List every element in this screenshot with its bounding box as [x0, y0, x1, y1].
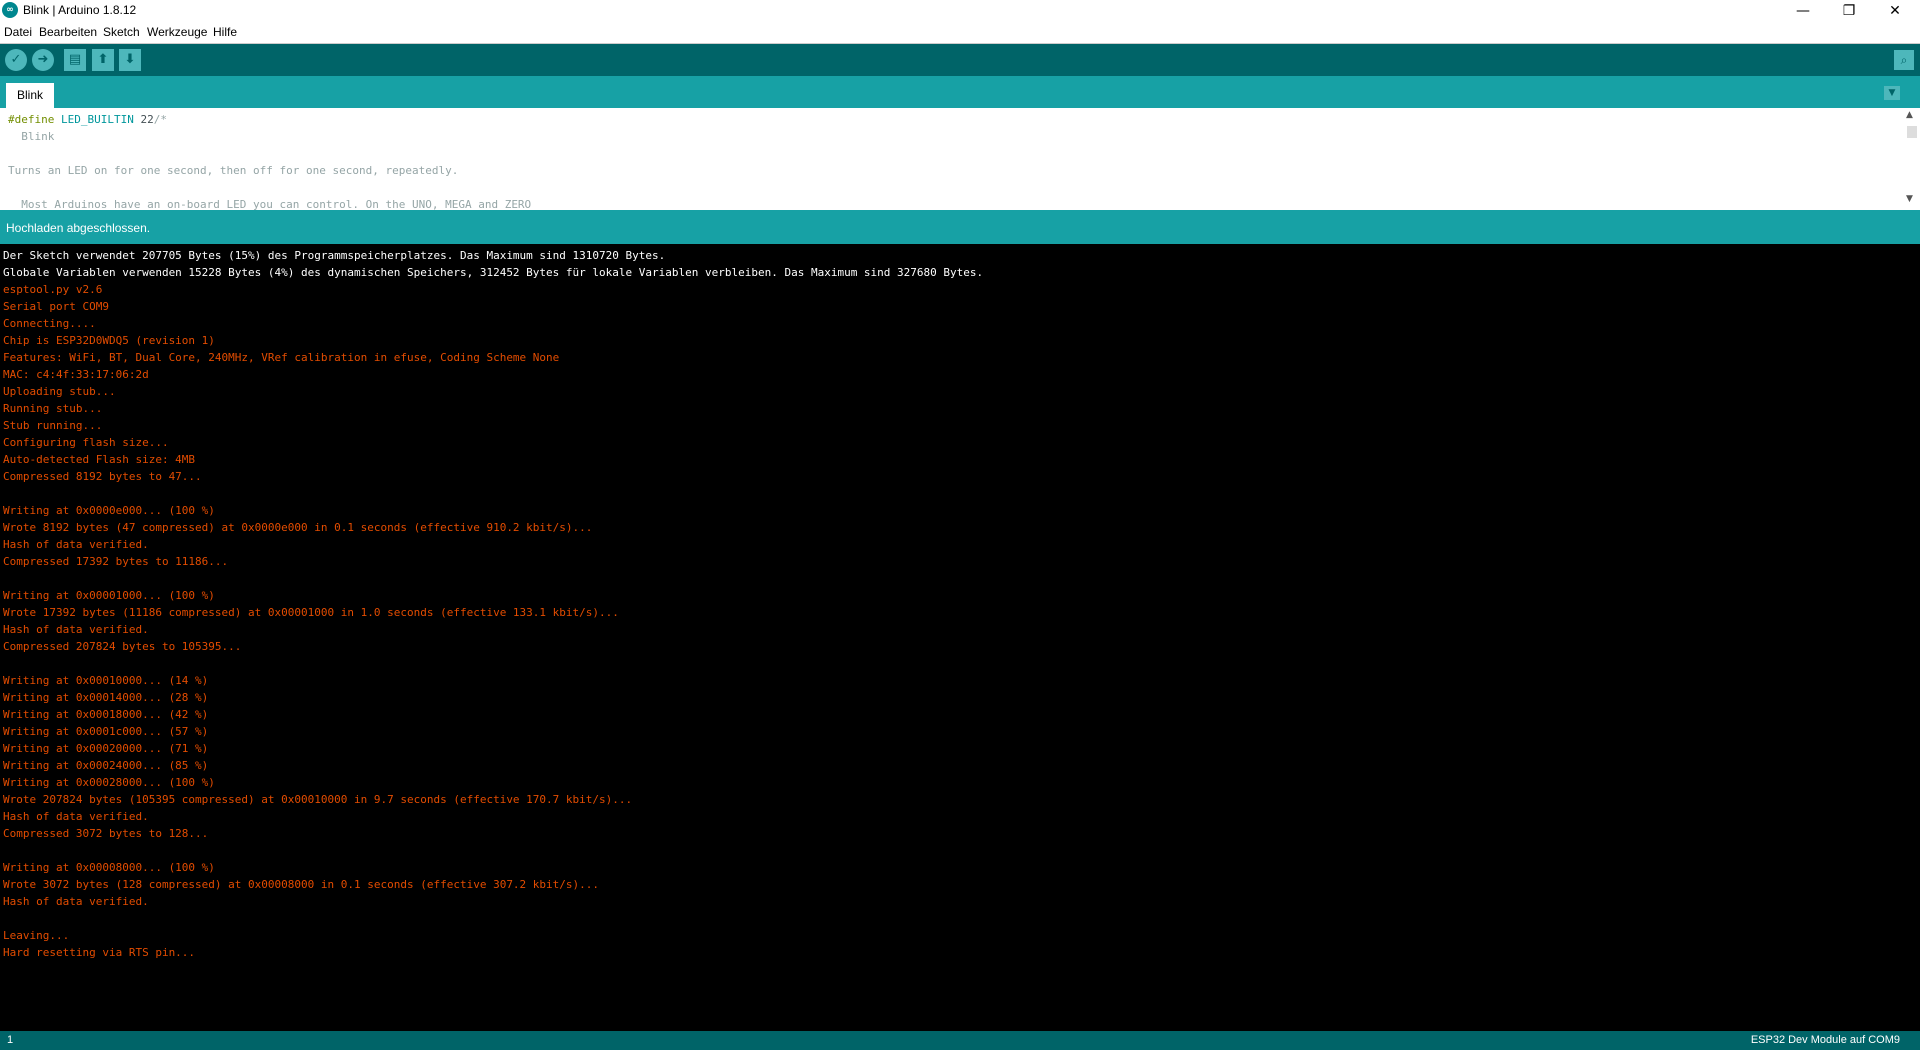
console-line: Wrote 207824 bytes (105395 compressed) a…	[3, 793, 633, 806]
console-line: Writing at 0x00001000... (100 %)	[3, 589, 215, 602]
open-button[interactable]: ⬆	[92, 49, 114, 71]
code-line-4: Turns an LED on for one second, then off…	[8, 164, 459, 177]
upload-button[interactable]: ➜	[32, 49, 54, 71]
console-line: Compressed 3072 bytes to 128...	[3, 827, 209, 840]
arrow-right-icon: ➜	[37, 52, 49, 67]
tab-bar: Blink ▼	[0, 76, 1920, 108]
code-editor[interactable]: #define LED_BUILTIN 22/* Blink Turns an …	[0, 108, 1920, 210]
scroll-up-icon[interactable]: ▲	[1906, 110, 1913, 120]
console-line: Writing at 0x00024000... (85 %)	[3, 759, 209, 772]
console-line: Configuring flash size...	[3, 436, 169, 449]
code-line-2: Blink	[8, 130, 55, 143]
console-line: Connecting....	[3, 317, 96, 330]
comment-open: /*	[153, 113, 167, 126]
console-line: Der Sketch verwendet 207705 Bytes (15%) …	[3, 249, 666, 262]
console-line: Compressed 8192 bytes to 47...	[3, 470, 202, 483]
menu-hilfe[interactable]: Hilfe	[213, 25, 237, 39]
new-file-icon: ▤	[68, 52, 82, 67]
menu-werkzeuge[interactable]: Werkzeuge	[147, 25, 207, 39]
console-line: Writing at 0x0001c000... (57 %)	[3, 725, 209, 738]
console-line: Wrote 17392 bytes (11186 compressed) at …	[3, 606, 619, 619]
console-line: esptool.py v2.6	[3, 283, 103, 296]
console-line: Wrote 3072 bytes (128 compressed) at 0x0…	[3, 878, 600, 891]
console-line: Chip is ESP32D0WDQ5 (revision 1)	[3, 334, 215, 347]
console-line: Hash of data verified.	[3, 623, 149, 636]
console-line: Features: WiFi, BT, Dual Core, 240MHz, V…	[3, 351, 560, 364]
code-line-6: Most Arduinos have an on-board LED you c…	[8, 198, 532, 210]
define-keyword: #define	[8, 113, 55, 126]
tab-blink[interactable]: Blink	[6, 83, 54, 108]
chevron-down-icon: ▼	[1888, 88, 1896, 98]
console-line: Hard resetting via RTS pin...	[3, 946, 196, 959]
window-title: Blink | Arduino 1.8.12	[23, 3, 137, 17]
menu-datei[interactable]: Datei	[4, 25, 32, 39]
console-line: Running stub...	[3, 402, 103, 415]
menu-bar: Datei Bearbeiten Sketch Werkzeuge Hilfe	[0, 22, 1920, 44]
console-output[interactable]: Der Sketch verwendet 207705 Bytes (15%) …	[0, 244, 1920, 1030]
console-line: Leaving...	[3, 929, 70, 942]
status-message: Hochladen abgeschlossen.	[6, 221, 151, 235]
editor-scrollbar[interactable]: ▲ ▼	[1903, 108, 1920, 210]
console-line: Globale Variablen verwenden 15228 Bytes …	[3, 266, 984, 279]
new-button[interactable]: ▤	[64, 49, 86, 71]
menu-bearbeiten[interactable]: Bearbeiten	[39, 25, 97, 39]
console-line: Uploading stub...	[3, 385, 116, 398]
arrow-up-icon: ⬆	[97, 52, 109, 67]
console-line: Writing at 0x00010000... (14 %)	[3, 674, 209, 687]
save-button[interactable]: ⬇	[119, 49, 141, 71]
minimize-button[interactable]: —	[1780, 0, 1826, 22]
maximize-button[interactable]: ❐	[1826, 0, 1872, 22]
console-line: Writing at 0x00014000... (28 %)	[3, 691, 209, 704]
console-line: Compressed 207824 bytes to 105395...	[3, 640, 242, 653]
console-line: Hash of data verified.	[3, 538, 149, 551]
console-line: Compressed 17392 bytes to 11186...	[3, 555, 229, 568]
define-value: 22	[140, 113, 154, 126]
footer-bar: 1 ESP32 Dev Module auf COM9	[0, 1031, 1920, 1050]
tab-menu-button[interactable]: ▼	[1884, 86, 1900, 100]
console-line: Writing at 0x00028000... (100 %)	[3, 776, 215, 789]
arrow-down-icon: ⬇	[124, 52, 136, 67]
console-line: Writing at 0x0000e000... (100 %)	[3, 504, 215, 517]
console-line: Serial port COM9	[3, 300, 109, 313]
code-line-1: #define LED_BUILTIN 22/*	[8, 113, 167, 126]
close-button[interactable]: ✕	[1872, 0, 1918, 22]
magnifier-icon: ⌕	[1900, 53, 1908, 67]
scroll-thumb[interactable]	[1907, 126, 1917, 138]
console-line: Writing at 0x00018000... (42 %)	[3, 708, 209, 721]
console-line: Hash of data verified.	[3, 895, 149, 908]
console-line: Stub running...	[3, 419, 103, 432]
status-bar: Hochladen abgeschlossen.	[0, 210, 1920, 244]
console-line: Writing at 0x00008000... (100 %)	[3, 861, 215, 874]
line-number: 1	[7, 1034, 14, 1046]
verify-button[interactable]: ✓	[5, 49, 27, 71]
arduino-logo-icon: ∞	[2, 2, 18, 18]
title-bar: ∞ Blink | Arduino 1.8.12 — ❐ ✕	[0, 0, 1920, 22]
toolbar: ✓ ➜ ▤ ⬆ ⬇ ⌕	[0, 44, 1920, 76]
checkmark-icon: ✓	[10, 52, 22, 67]
console-line: Wrote 8192 bytes (47 compressed) at 0x00…	[3, 521, 593, 534]
console-line: Writing at 0x00020000... (71 %)	[3, 742, 209, 755]
board-info: ESP32 Dev Module auf COM9	[1750, 1034, 1900, 1046]
console-line: Auto-detected Flash size: 4MB	[3, 453, 196, 466]
console-line: Hash of data verified.	[3, 810, 149, 823]
menu-sketch[interactable]: Sketch	[103, 25, 140, 39]
serial-monitor-button[interactable]: ⌕	[1894, 50, 1914, 70]
scroll-down-icon[interactable]: ▼	[1906, 194, 1913, 204]
constant-name: LED_BUILTIN	[60, 113, 134, 126]
console-line: MAC: c4:4f:33:17:06:2d	[3, 368, 149, 381]
